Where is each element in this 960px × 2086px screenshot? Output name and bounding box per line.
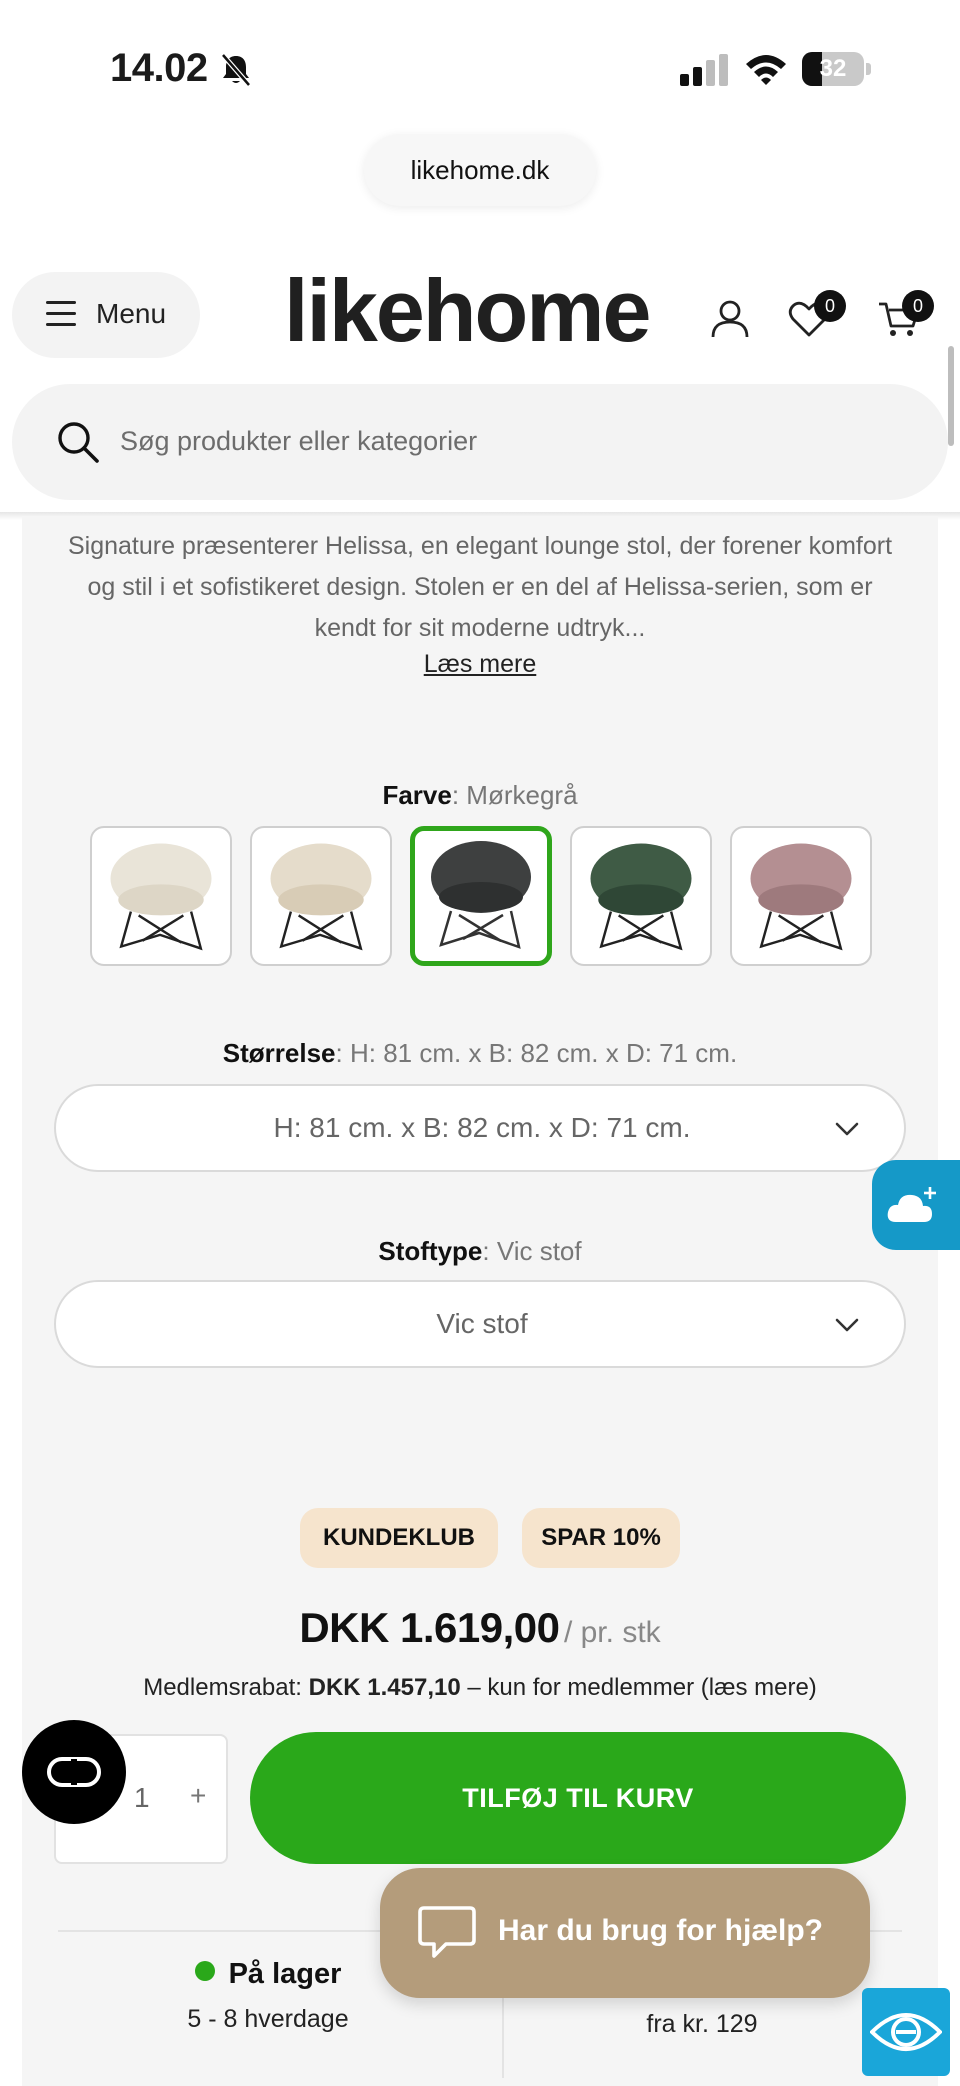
price-row: DKK 1.619,00 / pr. stk xyxy=(0,1604,960,1652)
menu-label: Menu xyxy=(96,298,167,329)
url-bar[interactable]: likehome.dk xyxy=(364,134,596,206)
link-loop-icon xyxy=(47,1757,101,1787)
size-label: Størrelse xyxy=(222,1038,336,1068)
status-bar: 14.02 32 xyxy=(0,0,960,130)
quantity-increase-button[interactable]: + xyxy=(190,1780,206,1812)
add-to-cart-button[interactable]: TILFØJ TIL KURV xyxy=(250,1732,906,1864)
wifi-icon xyxy=(746,55,786,85)
stock-title: På lager xyxy=(228,1958,342,1990)
search-input[interactable]: Søg produkter eller kategorier xyxy=(12,384,948,500)
loyalty-widget-button[interactable] xyxy=(22,1720,126,1824)
chair-dark-grey-image xyxy=(431,841,531,949)
fabric-option-label: Stoftype: Vic stof xyxy=(378,1236,582,1266)
size-value: H: 81 cm. x B: 82 cm. x D: 71 cm. xyxy=(349,1038,738,1068)
member-prefix: Medlemsrabat: xyxy=(143,1674,302,1701)
account-icon[interactable] xyxy=(710,298,750,338)
battery-indicator: 32 xyxy=(802,52,872,86)
swatch-rose[interactable] xyxy=(730,826,872,966)
in-stock-dot xyxy=(194,1961,215,1981)
cellular-signal-icon xyxy=(680,54,728,86)
size-select[interactable]: H: 81 cm. x B: 82 cm. x D: 71 cm. xyxy=(54,1084,906,1172)
read-more-link-wrap: Læs mere xyxy=(0,650,960,679)
chair-green-image xyxy=(590,843,692,951)
color-swatches xyxy=(90,826,872,966)
swatch-beige[interactable] xyxy=(250,826,392,966)
member-suffix[interactable]: – kun for medlemmer (læs mere) xyxy=(467,1674,816,1701)
help-chat-button[interactable]: Har du brug for hjælp? xyxy=(380,1868,870,1998)
member-price-line: Medlemsrabat: DKK 1.457,10 – kun for med… xyxy=(0,1674,960,1702)
chair-rose-image xyxy=(750,843,852,951)
page-scrollbar[interactable] xyxy=(948,346,954,446)
swatch-cream[interactable] xyxy=(90,826,232,966)
discount-tag: SPAR 10% xyxy=(522,1508,680,1568)
size-option-label: Størrelse: H: 81 cm. x B: 82 cm. x D: 71… xyxy=(222,1038,738,1068)
swatch-dark-grey[interactable] xyxy=(410,826,552,966)
shipping-price: fra kr. 129 xyxy=(646,2010,758,2038)
color-label: Farve xyxy=(382,780,452,810)
size-select-value: H: 81 cm. x B: 82 cm. x D: 71 cm. xyxy=(273,1112,691,1143)
chevron-down-icon xyxy=(835,1122,859,1136)
cloud-plus-icon xyxy=(887,1187,936,1222)
price-unit: / pr. stk xyxy=(563,1616,661,1649)
color-value: Mørkegrå xyxy=(466,780,578,810)
product-description: Signature præsenterer Helissa, en elegan… xyxy=(67,532,893,642)
member-price: DKK 1.457,10 xyxy=(308,1674,461,1701)
fabric-value: Vic stof xyxy=(496,1236,582,1266)
product-price: DKK 1.619,00 xyxy=(299,1604,560,1651)
muted-bell-icon xyxy=(221,53,251,87)
color-option-label: Farve: Mørkegrå xyxy=(382,780,578,810)
search-placeholder: Søg produkter eller kategorier xyxy=(120,426,478,456)
site-logo[interactable]: likehome xyxy=(284,260,651,362)
chair-beige-image xyxy=(270,843,372,951)
fabric-label: Stoftype xyxy=(378,1236,483,1266)
search-icon xyxy=(58,422,99,463)
swatch-green[interactable] xyxy=(570,826,712,966)
cloud-widget-button[interactable] xyxy=(872,1160,960,1250)
chevron-down-icon xyxy=(835,1318,859,1332)
stock-delivery: 5 - 8 hverdage xyxy=(187,2005,349,2033)
help-chat-label: Har du brug for hjælp? xyxy=(498,1914,823,1947)
fabric-select[interactable]: Vic stof xyxy=(54,1280,906,1368)
cart-count-badge: 0 xyxy=(902,290,934,322)
status-time: 14.02 xyxy=(110,46,208,90)
quantity-value[interactable]: 1 xyxy=(134,1782,150,1814)
menu-button[interactable]: Menu xyxy=(12,272,200,358)
hamburger-icon xyxy=(46,301,76,326)
chair-cream-image xyxy=(110,843,212,951)
battery-level-text: 32 xyxy=(819,55,847,82)
accessibility-button[interactable] xyxy=(862,1988,950,2076)
accessibility-eye-icon xyxy=(870,2013,942,2051)
customer-club-tag: KUNDEKLUB xyxy=(300,1508,498,1568)
fabric-select-value: Vic stof xyxy=(436,1308,528,1339)
wishlist-count-badge: 0 xyxy=(814,290,846,322)
read-more-link[interactable]: Læs mere xyxy=(424,650,537,678)
chat-bubble-icon xyxy=(418,1906,476,1958)
